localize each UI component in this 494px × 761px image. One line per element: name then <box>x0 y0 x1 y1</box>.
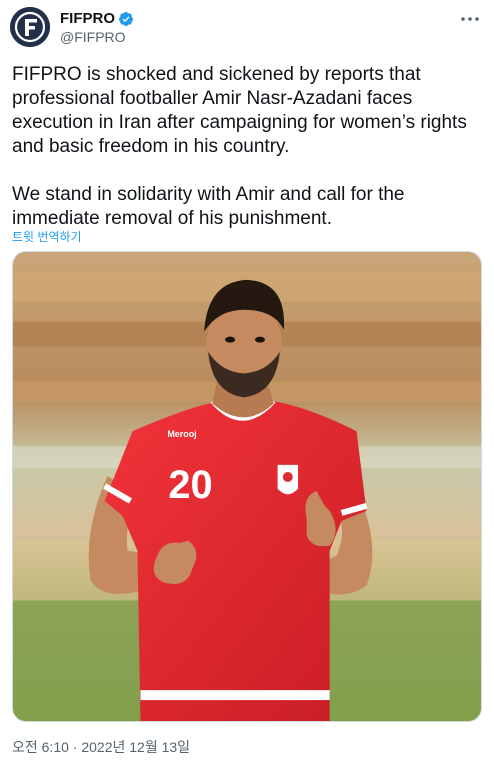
author-avatar[interactable] <box>10 7 50 47</box>
tweet-text: FIFPRO is shocked and sickened by report… <box>12 64 467 229</box>
jersey-number: 20 <box>168 463 212 507</box>
author-display-name[interactable]: FIFPRO <box>60 10 115 27</box>
footballer-photo: Merooj 20 <box>13 252 481 721</box>
tweet-photo[interactable]: Merooj 20 <box>12 251 482 722</box>
author-name-row: FIFPRO <box>60 10 134 27</box>
author-handle[interactable]: @FIFPRO <box>60 29 126 45</box>
svg-text:Merooj: Merooj <box>167 429 196 439</box>
more-options-button[interactable] <box>458 9 482 29</box>
translate-tweet-link[interactable]: 트윗 번역하기 <box>12 228 82 245</box>
tweet: FIFPRO @FIFPRO FIFPRO is shocked and sic… <box>0 0 494 761</box>
verified-badge-icon <box>118 11 133 26</box>
tweet-timestamp[interactable]: 오전 6:10 · 2022년 12월 13일 <box>12 737 190 757</box>
fifpro-logo-icon <box>10 7 50 47</box>
ellipsis-icon <box>461 17 479 21</box>
